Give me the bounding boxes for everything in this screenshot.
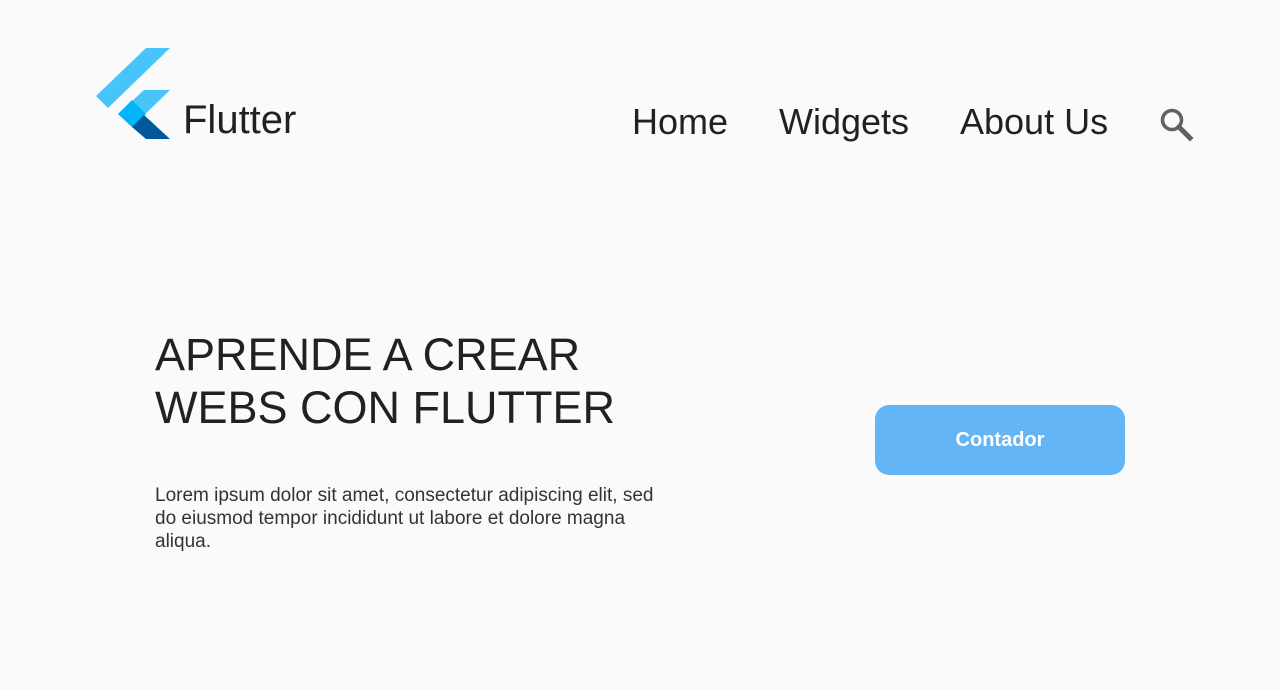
nav-item-about-us[interactable]: About Us <box>960 98 1108 146</box>
counter-button[interactable]: Contador <box>875 405 1125 475</box>
navbar: Flutter Home Widgets About Us <box>0 0 1280 180</box>
hero-description: Lorem ipsum dolor sit amet, consectetur … <box>155 485 654 552</box>
brand-name: Flutter <box>183 98 297 142</box>
hero-title-line-2: WEBS CON FLUTTER <box>155 382 616 433</box>
hero-title: APRENDE A CREAR WEBS CON FLUTTER <box>155 328 715 434</box>
flutter-logo-icon[interactable] <box>96 48 172 140</box>
search-icon[interactable] <box>1156 104 1196 144</box>
hero-title-line-1: APRENDE A CREAR <box>155 329 581 380</box>
nav-item-widgets[interactable]: Widgets <box>779 98 909 146</box>
nav-item-home[interactable]: Home <box>632 98 728 146</box>
